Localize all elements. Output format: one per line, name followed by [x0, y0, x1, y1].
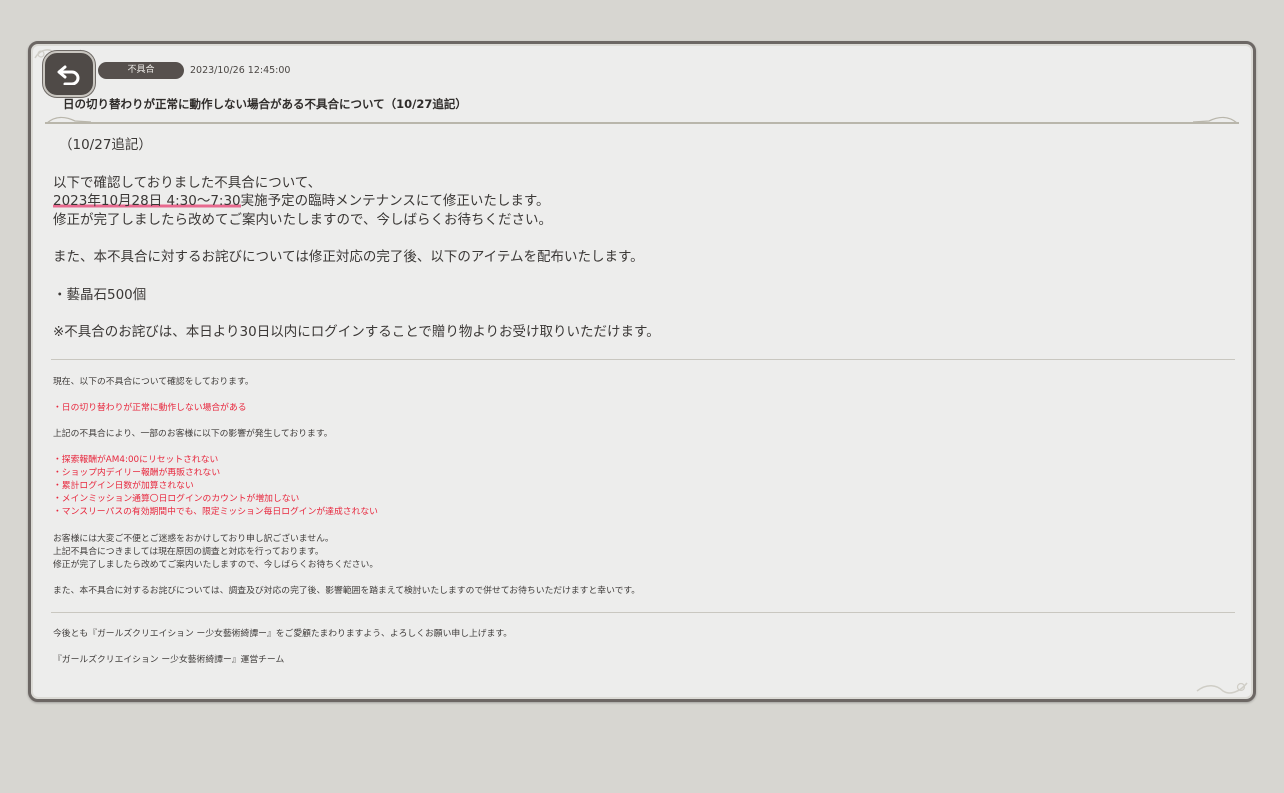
impact-intro: 上記の不具合により、一部のお客様に以下の影響が発生しております。: [53, 428, 333, 439]
update-line-maintenance: 2023年10月28日 4:30～7:30実施予定の臨時メンテナンスにて修正いた…: [53, 192, 1233, 211]
issue-item: ・日の切り替わりが正常に動作しない場合がある: [53, 402, 247, 413]
apology-line: 修正が完了しましたら改めてご案内いたしますので、今しばらくお待ちください。: [53, 559, 379, 570]
update-section: （10/27追記） 以下で確認しておりました不具合について、 2023年10月2…: [53, 136, 1233, 342]
notice-title: 日の切り替わりが正常に動作しない場合がある不具合について（10/27追記）: [63, 97, 467, 111]
impact-item: ・メインミッション通算〇日ログインのカウントが増加しない: [53, 493, 300, 504]
reward-note: ※不具合のお詫びは、本日より30日以内にログインすることで贈り物よりお受け取りい…: [53, 324, 660, 340]
update-line: また、本不具合に対するお詫びについては修正対応の完了後、以下のアイテムを配布いた…: [53, 249, 644, 265]
impact-item: ・マンスリーパスの有効期間中でも、限定ミッション毎日ログインが達成されない: [53, 506, 378, 517]
impact-item: ・累計ログイン日数が加算されない: [53, 480, 194, 491]
update-line: 以下で確認しておりました不具合について、: [53, 174, 322, 191]
footer: 今後とも『ガールズクリエイション ー少女藝術綺譚ー』をご愛顧たまわりますよう、よ…: [53, 628, 1233, 667]
impact-item: ・探索報酬がAM4:00にリセットされない: [53, 454, 219, 465]
update-line: 修正が完了しましたら改めてご案内いたしますので、今しばらくお待ちください。: [53, 211, 552, 228]
category-badge: 不具合: [98, 62, 184, 79]
post-timestamp: 2023/10/26 12:45:00: [190, 65, 291, 76]
back-arrow-icon: [57, 65, 80, 85]
notice-body: （10/27追記） 以下で確認しておりました不具合について、 2023年10月2…: [51, 136, 1235, 667]
closing-line: 今後とも『ガールズクリエイション ー少女藝術綺譚ー』をご愛顧たまわりますよう、よ…: [53, 628, 513, 639]
original-intro: 現在、以下の不具合について確認をしております。: [53, 376, 254, 387]
impact-item: ・ショップ内デイリー報酬が再販されない: [53, 467, 221, 478]
maintenance-time-highlight: 2023年10月28日 4:30～7:30: [53, 193, 241, 209]
apology-line: また、本不具合に対するお詫びについては、調査及び対応の完了後、影響範囲を踏まえて…: [53, 585, 641, 596]
notice-panel: 不具合 2023/10/26 12:45:00 日の切り替わりが正常に動作しない…: [28, 41, 1256, 702]
corner-ornament-bottom-right: [1196, 682, 1248, 694]
signature: 『ガールズクリエイション ー少女藝術綺譚ー』運営チーム: [53, 654, 285, 665]
maintenance-text: 実施予定の臨時メンテナンスにて修正いたします。: [240, 193, 550, 209]
apology-line: お客様には大変ご不便とご迷惑をおかけしており申し訳ございません。: [53, 533, 334, 544]
reward-item: ・藝晶石500個: [53, 286, 147, 303]
title-divider: [45, 122, 1239, 124]
original-section: 現在、以下の不具合について確認をしております。 ・日の切り替わりが正常に動作しな…: [53, 376, 1233, 598]
apology-line: 上記不具合につきましては現在原因の調査と対応を行っております。: [53, 546, 324, 557]
back-button[interactable]: [43, 51, 95, 97]
update-heading: （10/27追記）: [59, 137, 152, 153]
